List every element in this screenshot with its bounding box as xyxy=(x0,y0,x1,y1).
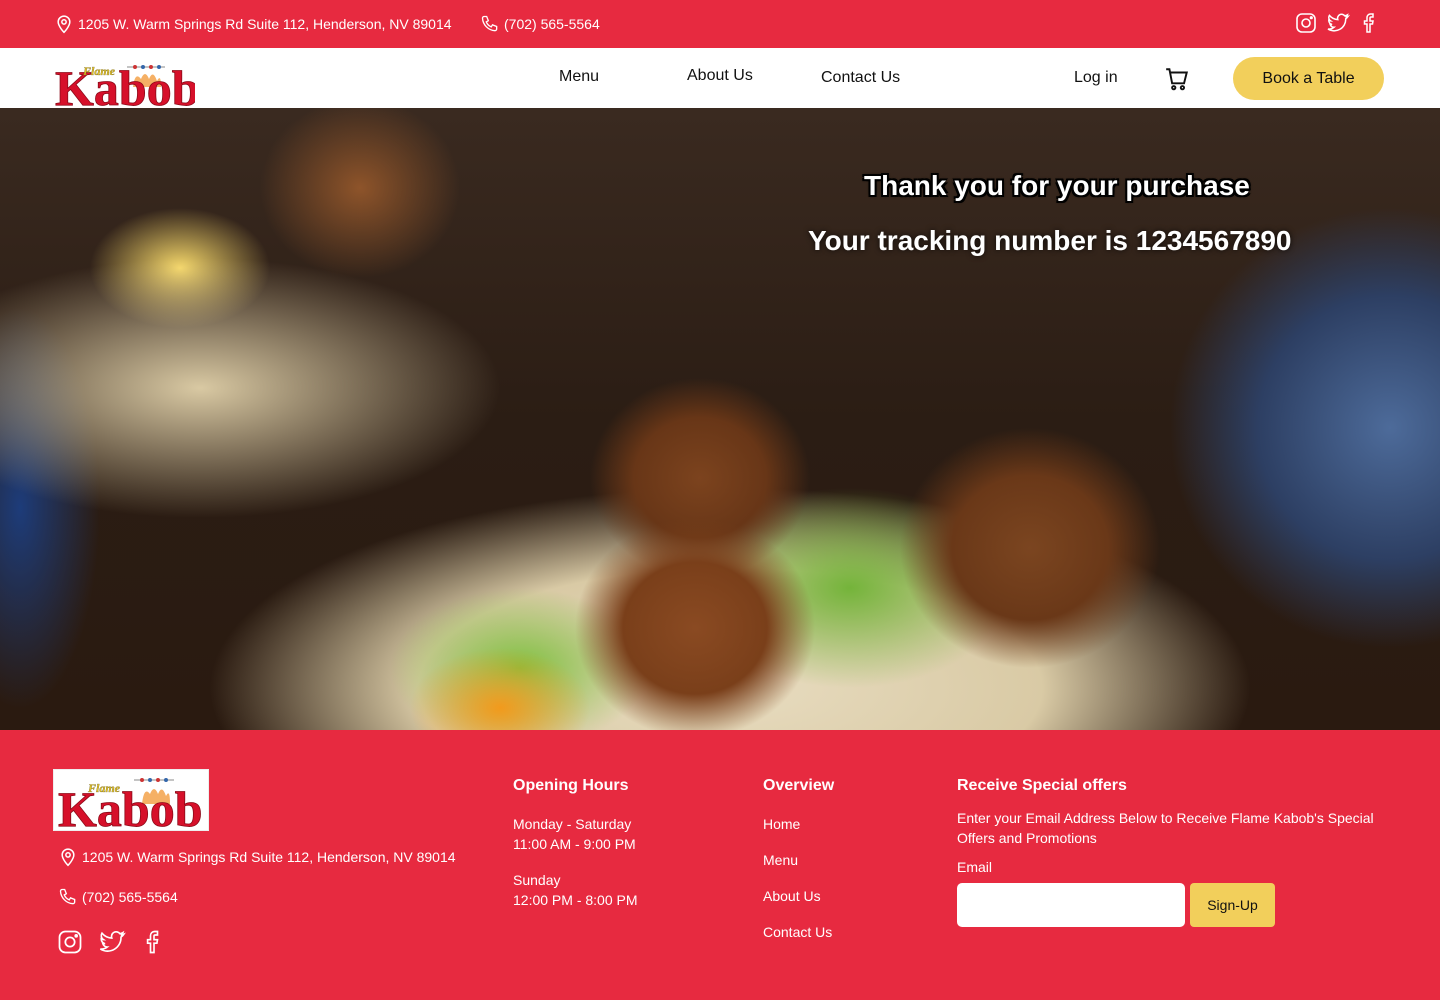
location-pin-icon xyxy=(61,848,75,867)
svg-text:Kabob: Kabob xyxy=(55,60,195,107)
site-footer: Kabob Flame 1205 W. Warm Springs Rd Suit… xyxy=(0,730,1440,1000)
footer-socials xyxy=(56,928,168,956)
twitter-icon[interactable] xyxy=(98,928,126,956)
nav-about-us[interactable]: About Us xyxy=(687,67,753,85)
footer-address: 1205 W. Warm Springs Rd Suite 112, Hende… xyxy=(58,846,456,868)
twitter-icon[interactable] xyxy=(1326,11,1350,35)
phone-icon xyxy=(481,15,498,32)
hours-entry: Sunday 12:00 PM - 8:00 PM xyxy=(513,870,638,910)
instagram-icon[interactable] xyxy=(56,928,84,956)
footer-phone[interactable]: (702) 565-5564 xyxy=(58,887,178,907)
hours-time: 11:00 AM - 9:00 PM xyxy=(513,836,636,852)
address-text: 1205 W. Warm Springs Rd Suite 112, Hende… xyxy=(78,16,452,32)
hours-time: 12:00 PM - 8:00 PM xyxy=(513,892,638,908)
main-navbar: Kabob Flame Menu About Us Contact Us Log… xyxy=(0,48,1440,117)
hero-banner: Thank you for your purchase Your trackin… xyxy=(0,108,1440,730)
footer-phone-text: (702) 565-5564 xyxy=(82,889,178,905)
phone-text: (702) 565-5564 xyxy=(504,16,600,32)
hours-days: Monday - Saturday xyxy=(513,816,632,832)
footer-address-text: 1205 W. Warm Springs Rd Suite 112, Hende… xyxy=(82,849,456,865)
topbar-phone[interactable]: (702) 565-5564 xyxy=(480,14,600,34)
nav-menu[interactable]: Menu xyxy=(559,68,599,86)
login-link[interactable]: Log in xyxy=(1074,69,1118,87)
hours-days: Sunday xyxy=(513,872,561,888)
facebook-icon[interactable] xyxy=(140,928,168,956)
location-pin-icon xyxy=(57,15,71,34)
svg-text:Flame: Flame xyxy=(87,781,121,795)
thank-you-message: Thank you for your purchase xyxy=(864,170,1250,201)
kabob-logo-graphic: Kabob Flame xyxy=(55,60,200,117)
tracking-number-message: Your tracking number is 1234567890 xyxy=(808,225,1292,256)
hours-entry: Monday - Saturday 11:00 AM - 9:00 PM xyxy=(513,814,636,854)
cart-icon[interactable] xyxy=(1164,66,1190,92)
top-info-bar: 1205 W. Warm Springs Rd Suite 112, Hende… xyxy=(0,0,1440,48)
footer-link-contact-us[interactable]: Contact Us xyxy=(763,924,832,940)
sign-up-button[interactable]: Sign-Up xyxy=(1190,883,1275,927)
facebook-icon[interactable] xyxy=(1358,11,1382,35)
footer-link-menu[interactable]: Menu xyxy=(763,852,798,868)
footer-logo[interactable]: Kabob Flame xyxy=(53,769,209,837)
topbar-address: 1205 W. Warm Springs Rd Suite 112, Hende… xyxy=(54,14,452,34)
footer-link-home[interactable]: Home xyxy=(763,816,800,832)
svg-text:Kabob: Kabob xyxy=(58,781,203,830)
instagram-icon[interactable] xyxy=(1294,11,1318,35)
phone-icon xyxy=(59,888,76,905)
opening-hours-heading: Opening Hours xyxy=(513,777,629,794)
special-offers-heading: Receive Special offers xyxy=(957,777,1127,794)
footer-link-about-us[interactable]: About Us xyxy=(763,888,821,904)
brand-logo[interactable]: Kabob Flame xyxy=(55,53,200,117)
topbar-socials xyxy=(1294,11,1382,35)
email-label: Email xyxy=(957,859,993,875)
svg-text:Flame: Flame xyxy=(82,64,116,78)
footer-kabob-logo-graphic: Kabob Flame xyxy=(58,778,203,837)
nav-contact-us[interactable]: Contact Us xyxy=(821,69,900,87)
special-offers-description: Enter your Email Address Below to Receiv… xyxy=(957,810,1374,846)
email-input[interactable] xyxy=(957,883,1185,927)
book-a-table-button[interactable]: Book a Table xyxy=(1233,57,1384,100)
overview-heading: Overview xyxy=(763,777,835,794)
